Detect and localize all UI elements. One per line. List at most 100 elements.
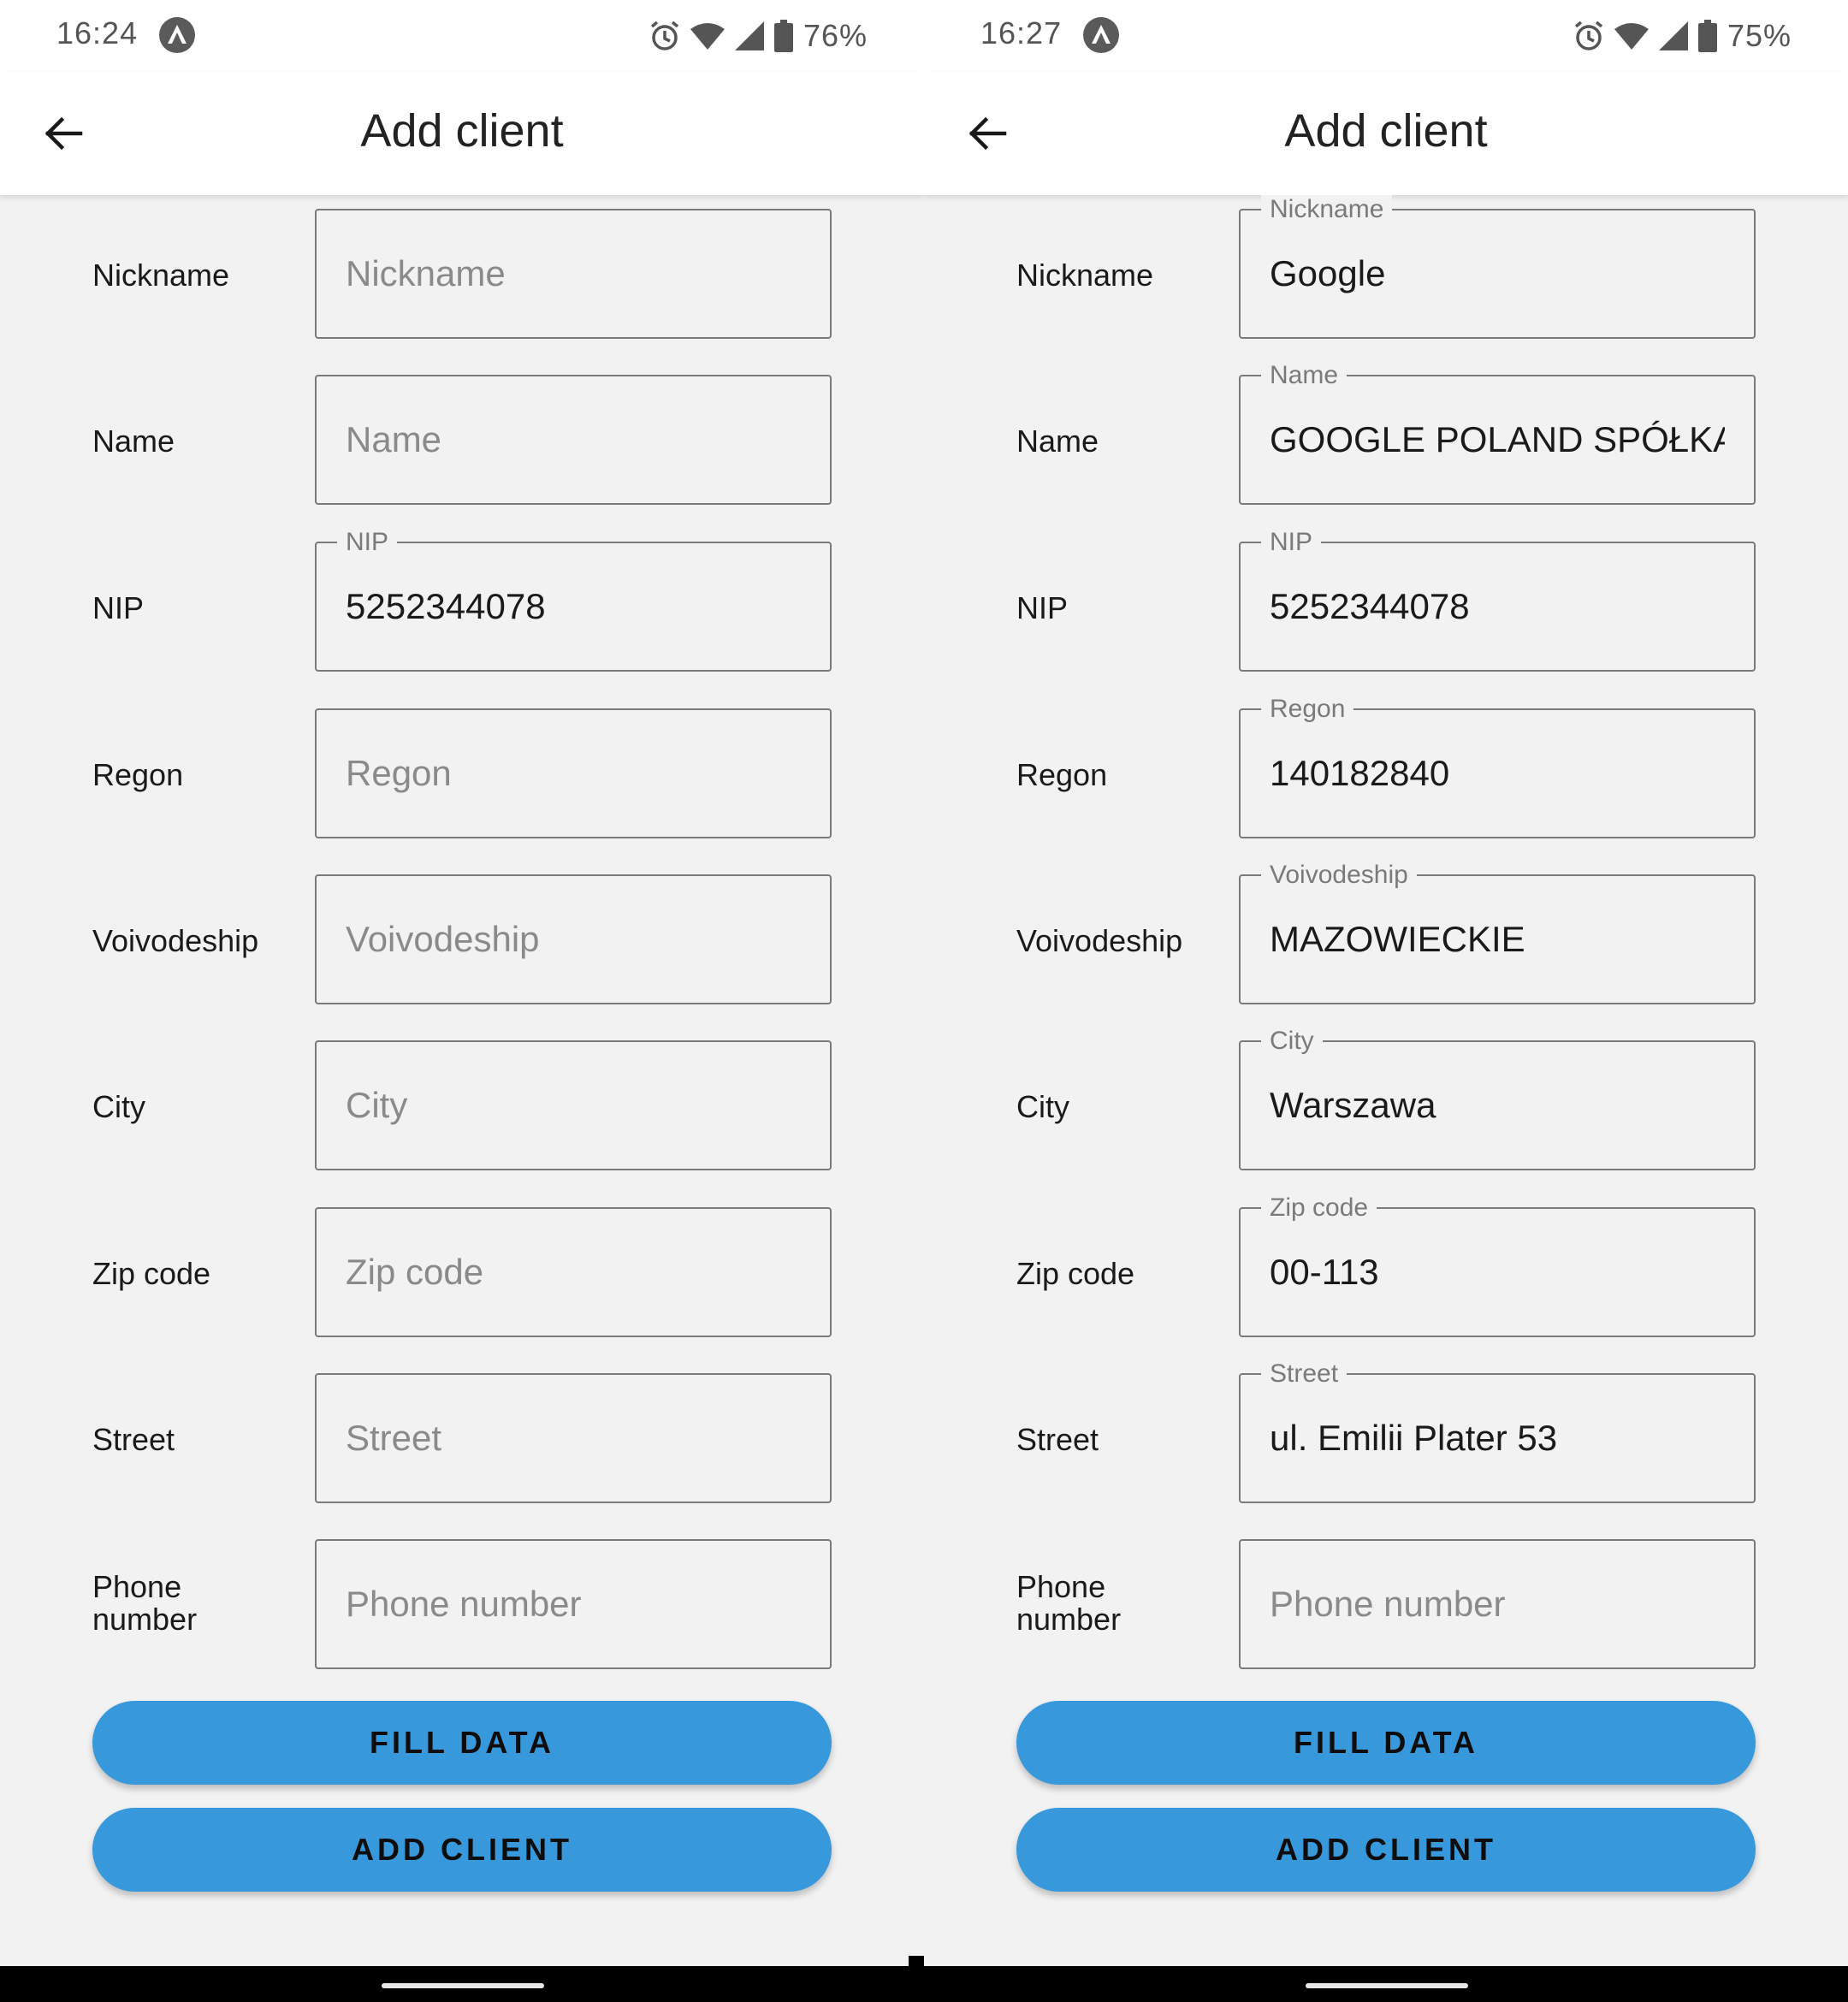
field-label: Name (92, 424, 175, 459)
field-placeholder: Regon (346, 753, 452, 793)
form-row-regon: Regon Regon (0, 695, 924, 838)
field-value: 5252344078 (346, 586, 546, 626)
battery-percent: 76% (803, 18, 868, 53)
field-placeholder: City (346, 1085, 408, 1125)
field-label: Phone number (92, 1571, 197, 1636)
wifi-icon (690, 22, 725, 50)
app-notification-icon (159, 17, 195, 53)
signal-icon (734, 21, 764, 50)
field-label: Nickname (92, 258, 230, 293)
phone-number-field[interactable]: Phone number (1239, 1539, 1756, 1669)
field-value: Warszawa (1270, 1085, 1436, 1125)
status-time: 16:24 (56, 15, 139, 50)
form-row-nickname: Nickname Nickname Google (924, 195, 1848, 339)
field-value: 140182840 (1270, 753, 1450, 793)
street-field[interactable]: Street (315, 1373, 832, 1503)
status-icons: 75% (1573, 15, 1792, 56)
signal-icon (1658, 21, 1688, 50)
home-gesture-handle[interactable] (382, 1983, 544, 1988)
field-placeholder: Street (346, 1418, 442, 1458)
field-label: Voivodeship (1016, 923, 1183, 958)
zip-code-field[interactable]: Zip code 00-113 (1239, 1194, 1756, 1337)
voivodeship-field[interactable]: Voivodeship (315, 874, 832, 1004)
battery-icon (1697, 20, 1717, 52)
field-label: Name (1016, 424, 1099, 459)
field-placeholder: Phone number (1270, 1584, 1506, 1624)
field-label: Street (1016, 1422, 1099, 1457)
field-placeholder: Zip code (346, 1252, 484, 1292)
form-row-voivodeship: Voivodeship Voivodeship (0, 861, 924, 1004)
nickname-field[interactable]: Nickname (315, 209, 832, 339)
navigation-bar (924, 1966, 1848, 2002)
name-field[interactable]: Name (315, 375, 832, 505)
form-row-zip-code: Zip code Zip code (0, 1194, 924, 1337)
field-label: Nickname (1016, 258, 1154, 293)
form-row-voivodeship: Voivodeship Voivodeship MAZOWIECKIE (924, 861, 1848, 1004)
battery-icon (773, 20, 793, 52)
form-row-name: Name Name (0, 361, 924, 505)
field-label: City (92, 1089, 145, 1124)
field-label: Regon (92, 757, 184, 792)
field-placeholder: Name (346, 419, 442, 459)
navigation-bar (0, 1966, 924, 2002)
add-client-button[interactable]: ADD CLIENT (92, 1808, 832, 1892)
field-label: Regon (1016, 757, 1108, 792)
left-screen: 16:24 76% Add client Nickname Nickname N… (0, 0, 924, 2002)
city-field[interactable]: City Warszawa (1239, 1027, 1756, 1170)
nip-field[interactable]: NIP 5252344078 (315, 528, 832, 672)
field-value: Google (1270, 253, 1386, 293)
field-value: GOOGLE POLAND SPÓŁKA Z (1270, 419, 1725, 459)
form-row-regon: Regon Regon 140182840 (924, 695, 1848, 838)
status-bar: 16:24 76% (0, 0, 924, 72)
app-bar: Add client (0, 72, 924, 195)
field-label: Street (92, 1422, 175, 1457)
screen-divider (909, 1956, 924, 1969)
form-row-phone-number: Phone number Phone number (924, 1525, 1848, 1669)
field-label: Zip code (1016, 1256, 1135, 1291)
street-field[interactable]: Street ul. Emilii Plater 53 (1239, 1359, 1756, 1503)
nip-field[interactable]: NIP 5252344078 (1239, 528, 1756, 672)
fill-data-button[interactable]: FILL DATA (1016, 1701, 1756, 1785)
wifi-icon (1614, 22, 1649, 50)
field-label: NIP (92, 590, 145, 625)
right-screen: 16:27 75% Add client Nickname Nickname G… (924, 0, 1848, 2002)
status-time: 16:27 (980, 15, 1063, 50)
form-row-nickname: Nickname Nickname (0, 195, 924, 339)
home-gesture-handle[interactable] (1306, 1983, 1468, 1988)
city-field[interactable]: City (315, 1040, 832, 1170)
page-title: Add client (360, 105, 564, 157)
nickname-field[interactable]: Nickname Google (1239, 195, 1756, 339)
field-label: NIP (1016, 590, 1069, 625)
form-row-city: City City (0, 1027, 924, 1170)
zip-code-field[interactable]: Zip code (315, 1207, 832, 1337)
field-placeholder: Phone number (346, 1584, 582, 1624)
regon-field[interactable]: Regon 140182840 (1239, 695, 1756, 838)
field-value: MAZOWIECKIE (1270, 919, 1525, 959)
field-label-line: number (1016, 1602, 1122, 1637)
form-row-street: Street Street ul. Emilii Plater 53 (924, 1359, 1848, 1503)
app-bar: Add client (924, 72, 1848, 195)
regon-field[interactable]: Regon (315, 708, 832, 838)
fill-data-button[interactable]: FILL DATA (92, 1701, 832, 1785)
field-label: Zip code (92, 1256, 211, 1291)
name-field[interactable]: Name GOOGLE POLAND SPÓŁKA Z (1239, 361, 1756, 505)
status-bar: 16:27 75% (924, 0, 1848, 72)
field-value: ul. Emilii Plater 53 (1270, 1418, 1558, 1458)
field-label: Phone number (1016, 1571, 1121, 1636)
form-row-phone-number: Phone number Phone number (0, 1525, 924, 1669)
field-value: 5252344078 (1270, 586, 1470, 626)
voivodeship-field[interactable]: Voivodeship MAZOWIECKIE (1239, 861, 1756, 1004)
alarm-icon (1573, 20, 1604, 52)
phone-number-field[interactable]: Phone number (315, 1539, 832, 1669)
field-placeholder: Voivodeship (346, 919, 540, 959)
field-placeholder: Nickname (346, 253, 506, 293)
alarm-icon (649, 20, 680, 52)
form-row-nip: NIP NIP 5252344078 (0, 528, 924, 672)
form-row-street: Street Street (0, 1359, 924, 1503)
field-label-line: Phone (1016, 1569, 1106, 1604)
form-row-city: City City Warszawa (924, 1027, 1848, 1170)
field-label-line: number (92, 1602, 198, 1637)
page-title: Add client (1284, 105, 1488, 157)
status-icons: 76% (649, 15, 868, 56)
add-client-button[interactable]: ADD CLIENT (1016, 1808, 1756, 1892)
